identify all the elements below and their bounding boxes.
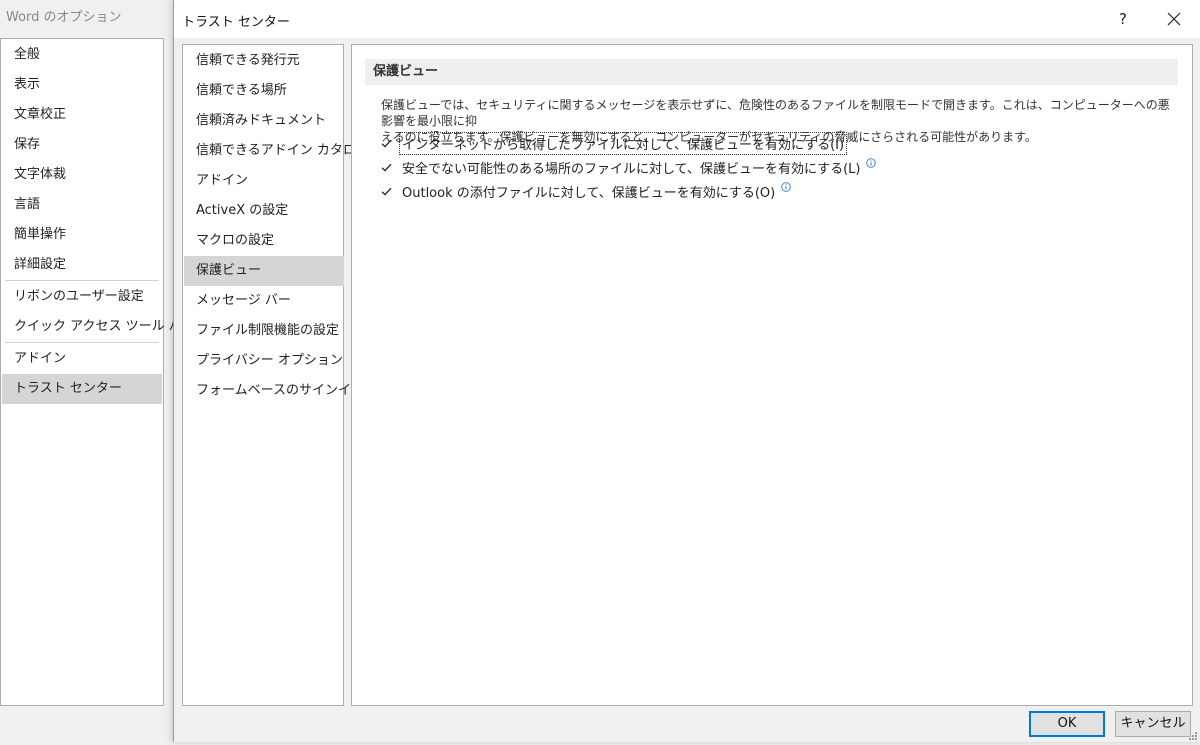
nav-item-trusted-documents[interactable]: 信頼済みドキュメント	[184, 106, 344, 136]
options-separator	[5, 342, 159, 343]
checkmark-icon	[381, 163, 392, 172]
option-label[interactable]: インターネットから取得したファイルに対して、保護ビューを有効にする(I)	[398, 131, 848, 155]
options-item-proofing[interactable]: 文章校正	[2, 100, 162, 130]
checkbox[interactable]	[380, 185, 393, 198]
trust-center-nav: 信頼できる発行元 信頼できる場所 信頼済みドキュメント 信頼できるアドイン カタ…	[182, 44, 369, 706]
options-item-quick-access-toolbar[interactable]: クイック アクセス ツール バー	[2, 312, 195, 342]
options-item-display[interactable]: 表示	[2, 70, 162, 100]
options-item-advanced[interactable]: 詳細設定	[2, 250, 162, 280]
dialog-titlebar: トラスト センター ?	[174, 0, 1200, 38]
help-button[interactable]: ?	[1106, 4, 1140, 34]
option-internet-files[interactable]: インターネットから取得したファイルに対して、保護ビューを有効にする(I)	[380, 131, 848, 155]
nav-item-macro-settings[interactable]: マクロの設定	[184, 226, 344, 256]
nav-item-activex-settings[interactable]: ActiveX の設定	[184, 196, 344, 226]
nav-item-trusted-locations[interactable]: 信頼できる場所	[184, 76, 344, 106]
nav-item-message-bar[interactable]: メッセージ バー	[184, 286, 344, 316]
options-item-customize-ribbon[interactable]: リボンのユーザー設定	[2, 282, 162, 312]
options-item-general[interactable]: 全般	[2, 40, 162, 70]
checkbox[interactable]	[380, 161, 393, 174]
checkmark-icon	[381, 187, 392, 196]
info-icon[interactable]	[866, 157, 877, 168]
close-button[interactable]	[1156, 4, 1192, 34]
ok-button[interactable]: OK	[1029, 711, 1105, 737]
nav-item-privacy-options[interactable]: プライバシー オプション	[184, 346, 344, 376]
cancel-button[interactable]: キャンセル	[1115, 711, 1191, 737]
dialog-title: トラスト センター	[182, 15, 290, 30]
options-item-addins[interactable]: アドイン	[2, 344, 162, 374]
nav-item-trusted-addin-catalogs[interactable]: 信頼できるアドイン カタログ	[184, 136, 369, 166]
nav-item-file-block-settings[interactable]: ファイル制限機能の設定	[184, 316, 344, 346]
checkmark-icon	[381, 139, 392, 148]
option-label[interactable]: Outlook の添付ファイルに対して、保護ビューを有効にする(O)	[400, 181, 777, 202]
options-separator	[5, 280, 159, 281]
word-options-sidebar: 全般 表示 文章校正 保存 文字体裁 言語 簡単操作 詳細設定 リボンのユーザー…	[0, 38, 195, 706]
options-item-trust-center[interactable]: トラスト センター	[2, 374, 162, 404]
close-icon	[1167, 12, 1181, 26]
info-icon[interactable]	[781, 181, 791, 192]
option-unsafe-locations[interactable]: 安全でない可能性のある場所のファイルに対して、保護ビューを有効にする(L)	[380, 157, 877, 178]
options-item-accessibility[interactable]: 簡単操作	[2, 220, 162, 250]
nav-item-protected-view[interactable]: 保護ビュー	[184, 256, 344, 286]
trust-center-dialog: トラスト センター ? 信頼できる発行元 信頼できる場所 信頼済みドキュメント …	[173, 0, 1200, 742]
option-label[interactable]: 安全でない可能性のある場所のファイルに対して、保護ビューを有効にする(L)	[400, 157, 862, 178]
section-header: 保護ビュー	[365, 59, 1178, 85]
nav-item-form-based-signin[interactable]: フォームベースのサインイン	[184, 376, 364, 406]
protected-view-panel: 保護ビュー 保護ビューでは、セキュリティに関するメッセージを表示せずに、危険性の…	[351, 44, 1193, 706]
description-line: 保護ビューでは、セキュリティに関するメッセージを表示せずに、危険性のあるファイル…	[381, 98, 1170, 128]
options-item-save[interactable]: 保存	[2, 130, 162, 160]
nav-item-trusted-publishers[interactable]: 信頼できる発行元	[184, 46, 344, 76]
word-options-title: Word のオプション	[6, 10, 122, 25]
options-item-typography[interactable]: 文字体裁	[2, 160, 162, 190]
resize-grip-icon[interactable]	[1188, 730, 1198, 740]
checkbox[interactable]	[380, 137, 393, 150]
option-outlook-attachments[interactable]: Outlook の添付ファイルに対して、保護ビューを有効にする(O)	[380, 181, 791, 201]
options-item-language[interactable]: 言語	[2, 190, 162, 220]
nav-item-addins[interactable]: アドイン	[184, 166, 344, 196]
